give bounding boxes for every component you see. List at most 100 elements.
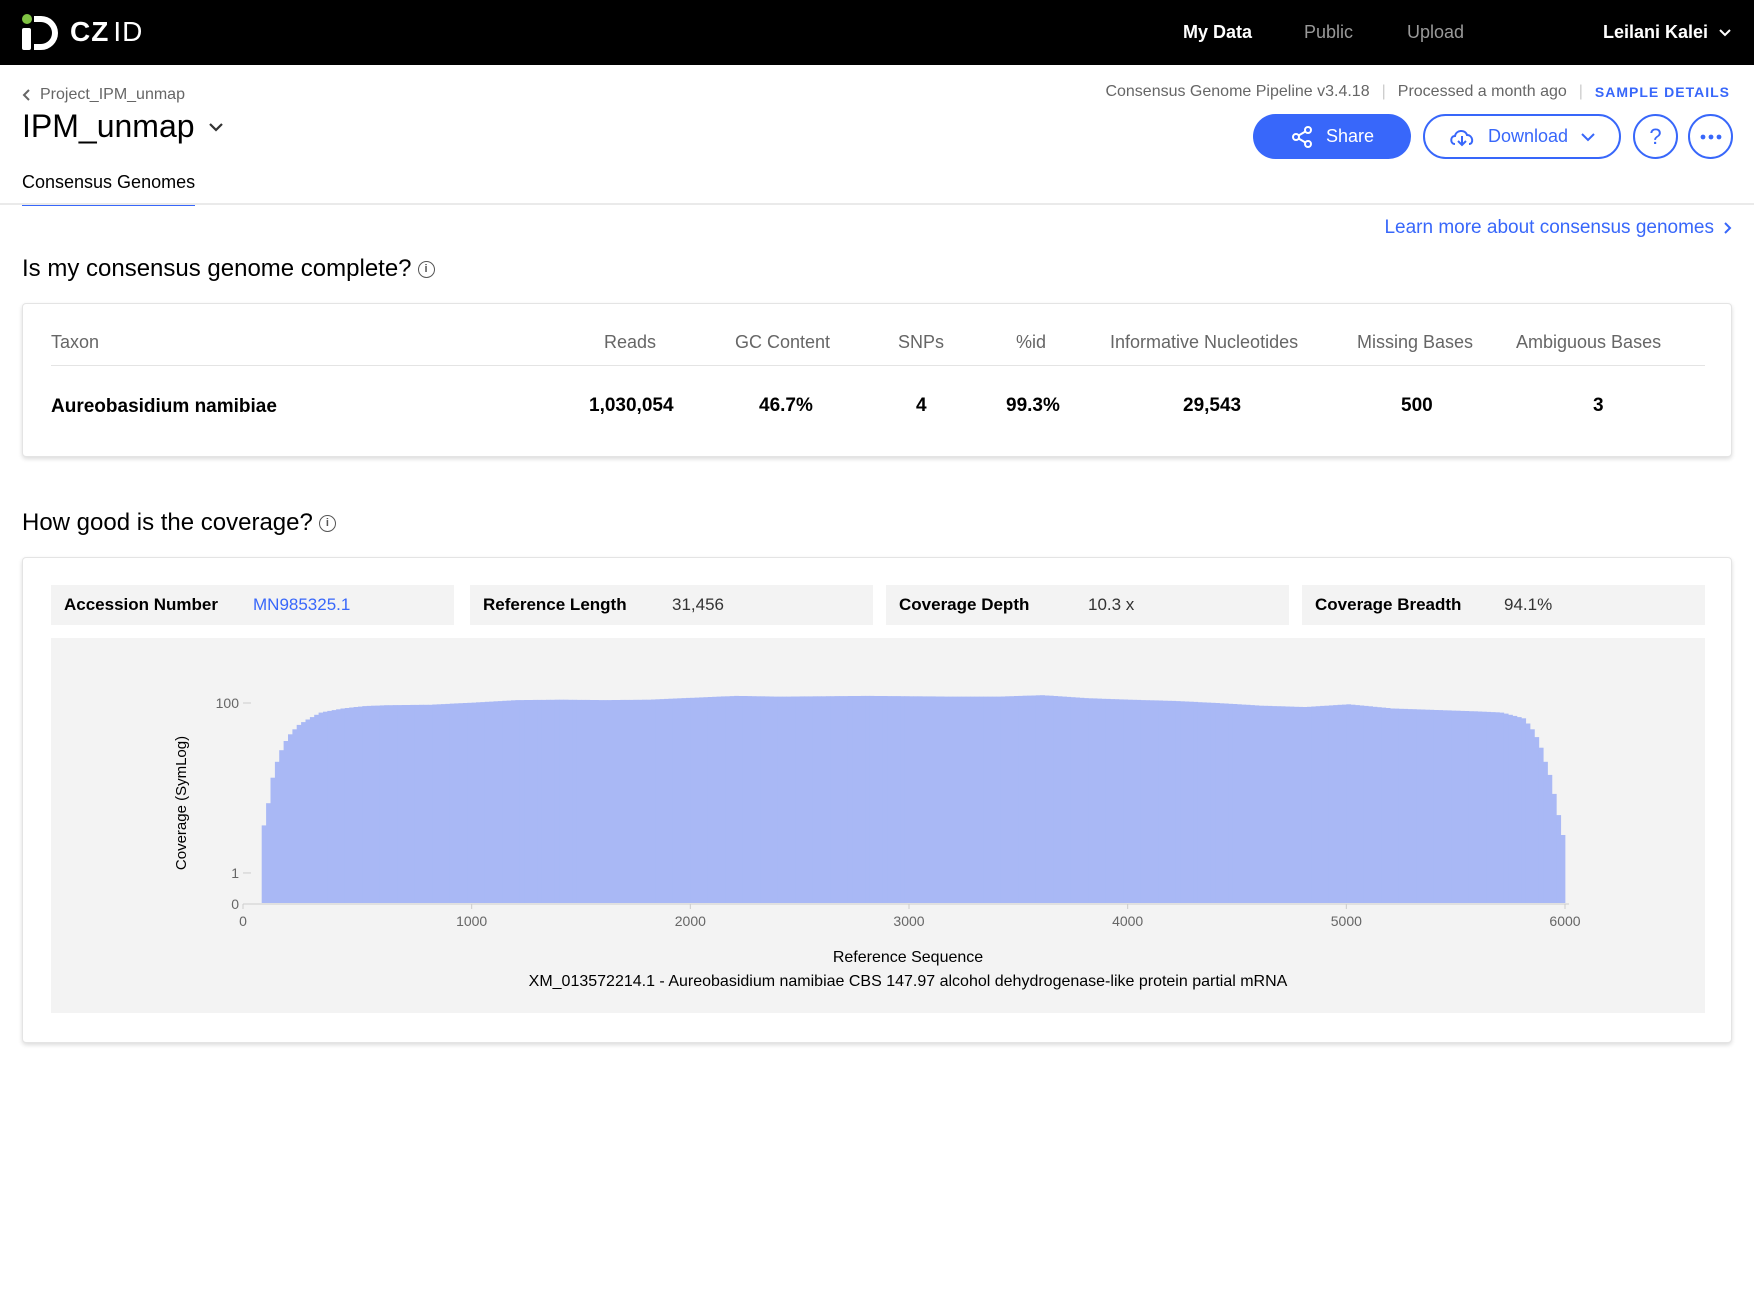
coverage-bar[interactable] [764, 696, 770, 903]
coverage-bar[interactable] [624, 699, 630, 903]
coverage-bar[interactable] [1403, 708, 1408, 903]
coverage-bar[interactable] [799, 696, 805, 903]
coverage-bar[interactable] [965, 696, 971, 903]
coverage-bar[interactable] [406, 705, 411, 903]
coverage-bar[interactable] [484, 701, 490, 903]
coverage-bar[interactable] [318, 712, 324, 903]
coverage-bar[interactable] [611, 700, 617, 903]
coverage-bar[interactable] [445, 703, 451, 903]
coverage-bar[interactable] [856, 696, 862, 903]
coverage-bar[interactable] [1355, 705, 1360, 903]
coverage-bar[interactable] [686, 697, 691, 903]
coverage-bar[interactable] [261, 825, 267, 903]
czid-logo[interactable]: CZ ID [18, 12, 143, 52]
coverage-bar[interactable] [812, 696, 818, 903]
coverage-bar[interactable] [935, 696, 940, 904]
coverage-bar[interactable] [860, 695, 866, 903]
coverage-bar[interactable] [1534, 737, 1540, 903]
coverage-bar[interactable] [1254, 705, 1260, 903]
coverage-bar[interactable] [1040, 695, 1045, 903]
coverage-bar[interactable] [1241, 704, 1247, 903]
coverage-bar[interactable] [388, 705, 394, 903]
coverage-bar[interactable] [471, 702, 477, 903]
coverage-bar[interactable] [629, 699, 634, 903]
coverage-bar[interactable] [1132, 699, 1137, 903]
coverage-bar[interactable] [1118, 699, 1124, 903]
coverage-bar[interactable] [1092, 698, 1098, 903]
coverage-bar[interactable] [1359, 705, 1365, 904]
coverage-bar[interactable] [913, 696, 919, 903]
coverage-bar[interactable] [668, 698, 674, 903]
coverage-bar[interactable] [554, 699, 560, 903]
coverage-bar[interactable] [1302, 707, 1308, 903]
coverage-bar[interactable] [344, 708, 350, 903]
coverage-bar[interactable] [1210, 702, 1216, 903]
coverage-bar[interactable] [371, 705, 376, 903]
coverage-bar[interactable] [532, 699, 538, 903]
coverage-bar[interactable] [1018, 695, 1024, 903]
coverage-bar[interactable] [742, 696, 748, 903]
coverage-bar[interactable] [1000, 696, 1006, 904]
coverage-bar[interactable] [1035, 695, 1041, 903]
coverage-bar[interactable] [1263, 705, 1268, 903]
coverage-bar[interactable] [489, 701, 494, 903]
coverage-bar[interactable] [664, 698, 669, 903]
coverage-bar[interactable] [362, 706, 368, 903]
coverage-bar[interactable] [1202, 702, 1207, 903]
coverage-bar[interactable] [270, 777, 276, 903]
coverage-bar[interactable] [1149, 700, 1155, 903]
coverage-bar[interactable] [528, 700, 534, 903]
learn-more-link[interactable]: Learn more about consensus genomes [1384, 217, 1732, 239]
coverage-bar[interactable] [1228, 703, 1234, 903]
coverage-bar[interactable] [1075, 697, 1080, 904]
coverage-bar[interactable] [961, 696, 967, 903]
sample-title[interactable]: IPM_unmap [22, 108, 225, 145]
coverage-bar[interactable] [476, 702, 481, 903]
nav-my-data[interactable]: My Data [1183, 22, 1252, 43]
tab-consensus-genomes[interactable]: Consensus Genomes [22, 172, 196, 206]
coverage-bar[interactable] [1285, 706, 1290, 904]
coverage-bar[interactable] [524, 700, 529, 903]
coverage-bar[interactable] [327, 710, 333, 903]
coverage-bar[interactable] [637, 699, 643, 903]
coverage-bar[interactable] [511, 700, 516, 903]
coverage-bar[interactable] [567, 699, 573, 903]
coverage-bar[interactable] [301, 722, 306, 903]
coverage-bar[interactable] [620, 699, 626, 903]
coverage-bar[interactable] [309, 717, 315, 903]
coverage-bar[interactable] [887, 696, 892, 903]
coverage-bar[interactable] [808, 696, 814, 903]
coverage-bar[interactable] [279, 750, 284, 903]
accession-link[interactable]: MN985325.1 [253, 595, 350, 615]
coverage-bar[interactable] [882, 696, 888, 903]
coverage-bar[interactable] [1481, 711, 1487, 903]
coverage-bar[interactable] [948, 696, 954, 903]
coverage-bar[interactable] [659, 699, 665, 903]
coverage-bar[interactable] [1363, 705, 1369, 903]
coverage-bar[interactable] [401, 705, 407, 903]
coverage-bar[interactable] [296, 724, 302, 903]
coverage-bar[interactable] [493, 701, 499, 903]
coverage-bar[interactable] [432, 704, 438, 904]
coverage-bar[interactable] [1298, 706, 1303, 903]
coverage-bar[interactable] [1372, 706, 1378, 903]
coverage-bar[interactable] [1328, 705, 1334, 903]
coverage-bar[interactable] [1320, 705, 1325, 903]
coverage-bar[interactable] [537, 699, 543, 903]
coverage-bar[interactable] [751, 696, 757, 903]
coverage-bar[interactable] [747, 696, 752, 903]
coverage-bar[interactable] [725, 696, 731, 903]
help-button[interactable]: ? [1633, 114, 1678, 159]
coverage-bar[interactable] [1324, 705, 1330, 903]
coverage-bar[interactable] [795, 696, 801, 904]
coverage-bar[interactable] [1127, 699, 1133, 903]
coverage-bar[interactable] [878, 696, 884, 903]
coverage-bar[interactable] [1193, 701, 1199, 903]
coverage-bar[interactable] [1272, 706, 1277, 903]
coverage-bar[interactable] [349, 707, 354, 904]
coverage-bar[interactable] [1232, 704, 1238, 903]
coverage-bar[interactable] [1110, 699, 1115, 903]
coverage-bar[interactable] [563, 699, 569, 903]
coverage-bar[interactable] [703, 697, 709, 903]
coverage-bar[interactable] [1420, 709, 1426, 904]
